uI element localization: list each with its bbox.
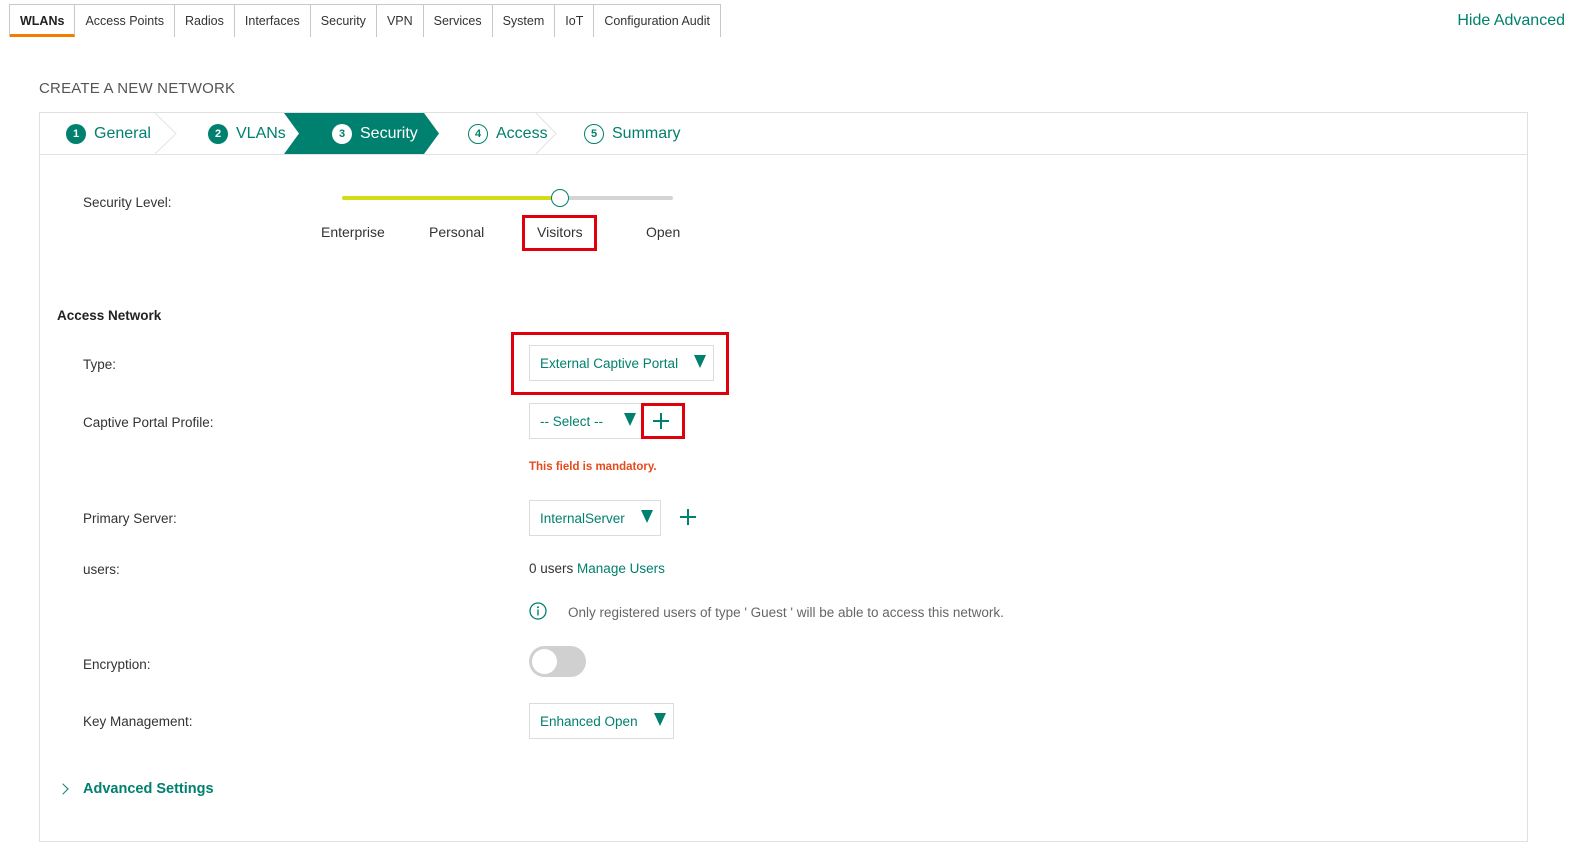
- add-captive-portal-icon[interactable]: [651, 411, 671, 431]
- key-management-label: Key Management:: [83, 714, 193, 729]
- chevron-down-icon: [641, 510, 653, 523]
- step-label: VLANs: [236, 124, 286, 142]
- wizard-step-vlans[interactable]: 2 VLANs: [208, 113, 286, 154]
- type-label: Type:: [83, 357, 117, 372]
- chevron-right-icon: [57, 783, 69, 795]
- access-network-title: Access Network: [57, 308, 162, 323]
- step-number: 2: [208, 123, 228, 144]
- tab-system[interactable]: System: [492, 5, 556, 37]
- tab-services[interactable]: Services: [423, 5, 493, 37]
- chevron-down-icon: [694, 355, 706, 368]
- security-level-personal[interactable]: Personal: [429, 224, 484, 240]
- primary-server-label: Primary Server:: [83, 511, 177, 526]
- wizard-step-general[interactable]: 1 General: [66, 113, 151, 154]
- tab-access-points[interactable]: Access Points: [75, 5, 175, 37]
- wizard-step-access[interactable]: 4 Access: [468, 113, 548, 154]
- security-level-visitors[interactable]: Visitors: [537, 224, 583, 240]
- manage-users-link[interactable]: Manage Users: [577, 561, 665, 576]
- tab-wlans[interactable]: WLANs: [10, 5, 76, 37]
- users-label: users:: [83, 562, 120, 577]
- primary-server-select[interactable]: InternalServer: [529, 500, 661, 536]
- mandatory-error: This field is mandatory.: [529, 461, 657, 473]
- tab-interfaces[interactable]: Interfaces: [234, 5, 311, 37]
- toggle-knob: [532, 649, 557, 674]
- step-label: Security: [360, 124, 418, 142]
- info-text: Only registered users of type ' Guest ' …: [568, 605, 1004, 620]
- wizard-step-security[interactable]: 3 Security: [332, 113, 418, 154]
- security-level-enterprise[interactable]: Enterprise: [321, 224, 385, 240]
- tab-configuration-audit[interactable]: Configuration Audit: [594, 5, 720, 37]
- tab-radios[interactable]: Radios: [174, 5, 235, 37]
- step-number: 1: [66, 123, 86, 144]
- tab-iot[interactable]: IoT: [555, 5, 595, 37]
- users-count: 0 users: [529, 561, 574, 576]
- wizard-steps: 1 General 2 VLANs 3 Security 4 Access 5 …: [40, 113, 1527, 155]
- hide-advanced-link[interactable]: Hide Advanced: [1457, 12, 1565, 30]
- security-level-thumb[interactable]: [551, 189, 569, 207]
- step-number: 5: [584, 123, 604, 144]
- advanced-settings-label: Advanced Settings: [83, 781, 214, 797]
- advanced-settings-toggle[interactable]: Advanced Settings: [57, 781, 214, 797]
- step-label: Summary: [612, 124, 681, 142]
- type-select[interactable]: External Captive Portal: [529, 345, 714, 381]
- add-primary-server-icon[interactable]: [678, 507, 698, 527]
- wizard-step-summary[interactable]: 5 Summary: [584, 113, 680, 154]
- key-management-select-value: Enhanced Open: [540, 713, 638, 729]
- captive-portal-select-value: -- Select --: [540, 413, 604, 429]
- chevron-down-icon: [624, 413, 636, 426]
- tab-vpn[interactable]: VPN: [376, 5, 424, 37]
- step-label: General: [94, 124, 151, 142]
- security-level-label: Security Level:: [83, 195, 172, 210]
- chevron-down-icon: [654, 713, 666, 726]
- encryption-toggle[interactable]: [529, 646, 586, 677]
- key-management-select[interactable]: Enhanced Open: [529, 703, 674, 739]
- network-wizard-panel: [39, 112, 1528, 842]
- security-level-open[interactable]: Open: [646, 224, 680, 240]
- step-label: Access: [496, 124, 548, 142]
- security-level-fill: [342, 196, 560, 200]
- info-icon: [529, 602, 547, 620]
- captive-portal-label: Captive Portal Profile:: [83, 415, 214, 430]
- tab-security[interactable]: Security: [310, 5, 377, 37]
- type-select-value: External Captive Portal: [540, 355, 679, 371]
- encryption-label: Encryption:: [83, 657, 151, 672]
- users-info: 0 users Manage Users: [529, 561, 665, 576]
- primary-server-select-value: InternalServer: [540, 510, 625, 526]
- top-tab-bar: WLANs Access Points Radios Interfaces Se…: [9, 4, 721, 37]
- step-number: 4: [468, 123, 488, 144]
- page-title: CREATE A NEW NETWORK: [39, 80, 236, 97]
- captive-portal-select[interactable]: -- Select --: [529, 403, 644, 439]
- step-number: 3: [332, 123, 352, 144]
